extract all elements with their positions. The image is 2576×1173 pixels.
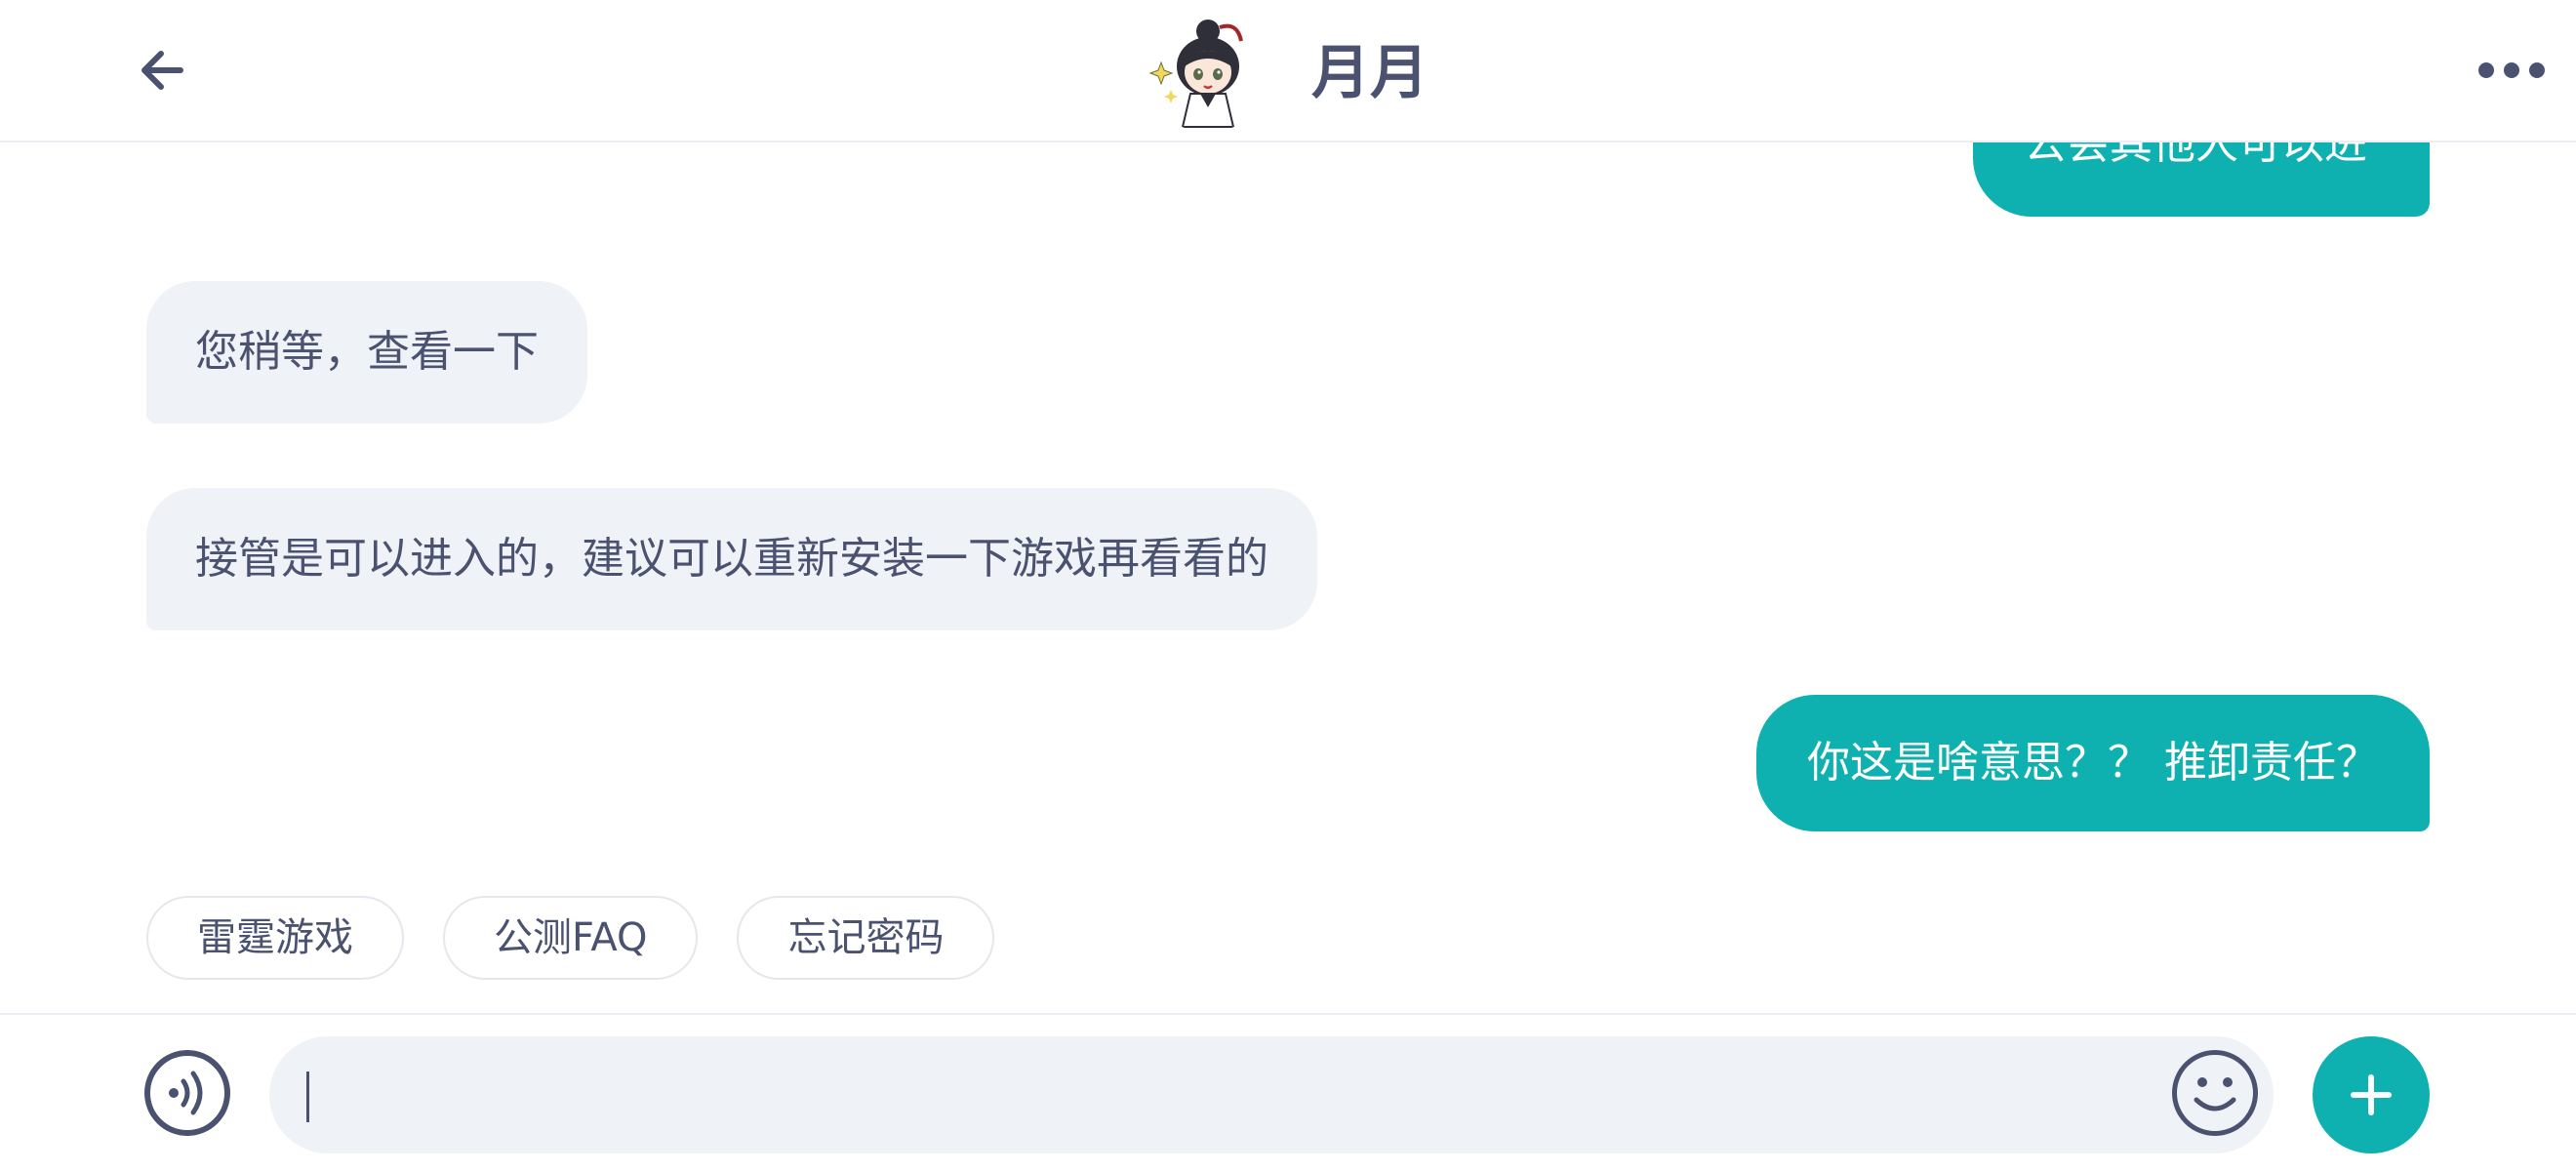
message-input[interactable] — [269, 1036, 2274, 1153]
quick-replies: 雷霆游戏 公测FAQ 忘记密码 — [146, 896, 995, 980]
message-incoming[interactable]: 接管是可以进入的，建议可以重新安装一下游戏再看看的 — [146, 488, 1317, 630]
message-incoming[interactable]: 您稍等，查看一下 — [146, 281, 587, 424]
message-outgoing[interactable]: 你这是啥意思？？ 推卸责任？ — [1756, 695, 2430, 831]
emoji-icon — [2194, 1077, 2236, 1112]
quick-reply-chip[interactable]: 公测FAQ — [443, 896, 699, 980]
avatar[interactable] — [1147, 12, 1268, 133]
more-dots-icon — [2478, 62, 2545, 78]
emoji-button[interactable] — [2172, 1050, 2258, 1136]
contact-name: 月月 — [1311, 39, 1429, 107]
message-list[interactable]: 公会其他人可以进 您稍等，查看一下 接管是可以进入的，建议可以重新安装一下游戏再… — [0, 142, 2576, 1011]
input-bar — [0, 1013, 2576, 1173]
add-button[interactable] — [2313, 1036, 2430, 1153]
back-button[interactable] — [133, 41, 191, 100]
message-outgoing[interactable]: 公会其他人可以进 — [1973, 142, 2430, 217]
voice-icon — [169, 1071, 203, 1115]
quick-reply-chip[interactable]: 雷霆游戏 — [146, 896, 404, 980]
more-button[interactable] — [2475, 51, 2549, 90]
text-caret — [306, 1072, 309, 1122]
quick-reply-chip[interactable]: 忘记密码 — [737, 896, 995, 980]
voice-button[interactable] — [144, 1050, 230, 1136]
chat-header: 月月 — [0, 0, 2576, 142]
plus-icon — [2351, 1074, 2392, 1115]
arrow-left-icon — [141, 51, 183, 90]
anime-girl-avatar — [1147, 12, 1268, 133]
